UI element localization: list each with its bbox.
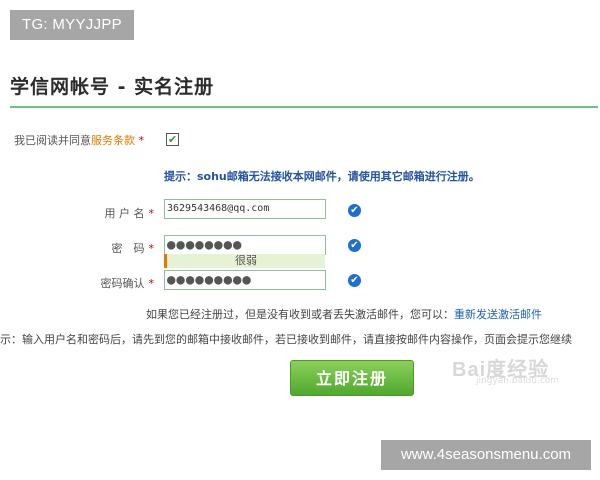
page-title: 学信网帐号 - 实名注册: [10, 76, 215, 98]
password-label: 密 码 *: [64, 240, 155, 256]
register-now-button[interactable]: 立即注册: [290, 360, 414, 396]
username-input[interactable]: 3629543468@qq.com: [164, 199, 326, 219]
confirm-password-mask: ●●●●●●●●●: [167, 272, 252, 288]
username-label: 用 户 名 *: [64, 205, 155, 221]
required-mark: *: [148, 277, 155, 290]
password-mask: ●●●●●●●●: [167, 237, 243, 253]
password-strength-label: 很弱: [235, 254, 257, 267]
site-watermark-badge: www.4seasonsmenu.com: [381, 440, 591, 470]
terms-checkbox[interactable]: ✔: [166, 133, 179, 146]
required-mark: *: [148, 207, 155, 220]
terms-prefix: 我已阅读并同意: [14, 134, 91, 147]
terms-agreement-row: 我已阅读并同意服务条款 *: [14, 132, 144, 148]
valid-check-icon: ✔: [348, 239, 361, 252]
username-label-text: 用 户 名: [104, 207, 145, 220]
resend-activation-link[interactable]: 重新发送激活邮件: [454, 308, 542, 321]
title-divider: [10, 106, 598, 108]
confirm-password-input[interactable]: ●●●●●●●●●: [164, 270, 326, 290]
resend-text: 如果您已经注册过，但是没有收到或者丢失激活邮件，您可以：: [146, 308, 454, 321]
registration-instruction: 示：输入用户名和密码后，请先到您的邮箱中接收邮件，若已接收到邮件，请直接按邮件内…: [0, 333, 572, 346]
terms-of-service-link[interactable]: 服务条款: [91, 134, 135, 147]
valid-check-icon: ✔: [348, 274, 361, 287]
password-strength-bar: 很弱: [164, 254, 325, 268]
password-label-text: 密 码: [111, 242, 145, 255]
check-icon: ✔: [167, 133, 178, 146]
baidu-jingyan-watermark-url: jingyan.baidu.com: [476, 376, 560, 386]
resend-activation-line: 如果您已经注册过，但是没有收到或者丢失激活邮件，您可以：重新发送激活邮件: [146, 306, 542, 322]
email-tip: 提示：sohu邮箱无法接收本网邮件，请使用其它邮箱进行注册。: [164, 170, 480, 183]
password-input[interactable]: ●●●●●●●●: [164, 235, 326, 255]
tg-watermark-badge: TG: MYYJJPP: [10, 10, 134, 40]
required-mark: *: [138, 134, 145, 147]
confirm-password-label: 密码确认 *: [64, 275, 155, 291]
required-mark: *: [148, 242, 155, 255]
valid-check-icon: ✔: [348, 204, 361, 217]
confirm-password-label-text: 密码确认: [100, 277, 145, 290]
